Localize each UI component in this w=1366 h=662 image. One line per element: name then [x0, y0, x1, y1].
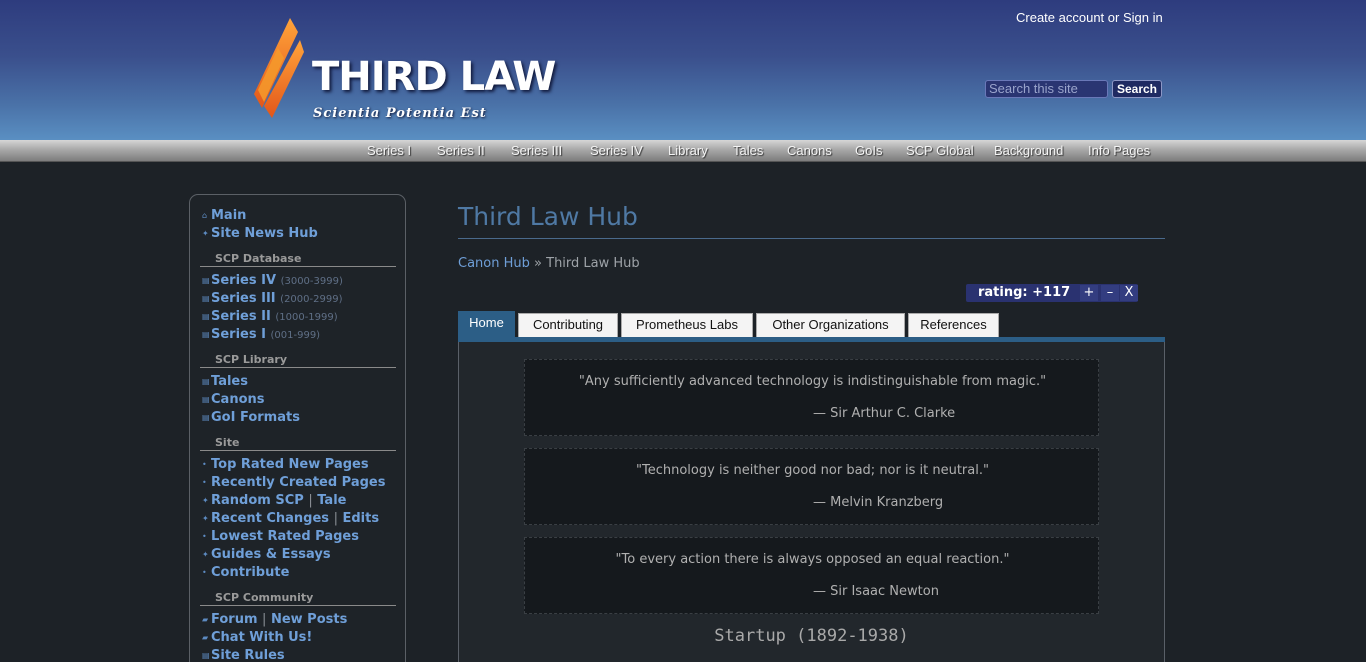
- sidebar-item-main[interactable]: ⌂ Main: [202, 208, 246, 223]
- sidebar-item-series-3[interactable]: ▤Series III (2000-2999): [202, 291, 342, 306]
- nav-library[interactable]: Library: [668, 143, 708, 158]
- sidebar: ⌂ Main ✦ Site News Hub SCP Database ▤Serie…: [189, 194, 406, 662]
- nav-scp-global[interactable]: SCP Global: [906, 143, 974, 158]
- chat-icon: ▰: [202, 633, 209, 642]
- breadcrumb-current: Third Law Hub: [546, 256, 640, 271]
- account-link[interactable]: Create account or Sign in: [1016, 10, 1163, 25]
- book-icon: ▤: [202, 377, 210, 386]
- sidebar-heading-scp-database: SCP Database: [200, 252, 396, 267]
- search-input[interactable]: Search this site: [985, 80, 1108, 98]
- document-icon: ▤: [202, 330, 210, 339]
- star-icon: •: [202, 460, 207, 469]
- sidebar-item-forum[interactable]: ▰ Forum | New Posts: [202, 612, 347, 627]
- random-tale-link[interactable]: Tale: [317, 493, 346, 508]
- site-header: THIRD LAW Scientia Potentia Est Create a…: [0, 0, 1366, 140]
- nav-tales[interactable]: Tales: [733, 143, 763, 158]
- quote-text: "To every action there is always opposed…: [615, 552, 1010, 567]
- sidebar-item-goi-formats[interactable]: ▤GoI Formats: [202, 410, 300, 425]
- quote-block: "Technology is neither good nor bad; nor…: [524, 448, 1099, 525]
- nav-canons[interactable]: Canons: [787, 143, 832, 158]
- rules-icon: ▤: [202, 651, 210, 660]
- title-divider: [458, 238, 1165, 239]
- document-icon: ▤: [202, 312, 210, 321]
- quote-block: "To every action there is always opposed…: [524, 537, 1099, 614]
- sidebar-item-canons[interactable]: ▤Canons: [202, 392, 265, 407]
- sidebar-item-chat[interactable]: ▰ Chat With Us!: [202, 630, 312, 645]
- shuffle-icon: ✦: [202, 496, 209, 505]
- tab-other-organizations[interactable]: Other Organizations: [756, 313, 905, 337]
- recent-changes-link[interactable]: Recent Changes: [211, 511, 329, 526]
- changes-icon: ✦: [202, 514, 209, 523]
- sidebar-item-recently-created[interactable]: • Recently Created Pages: [202, 475, 386, 490]
- sidebar-heading-scp-library: SCP Library: [200, 353, 396, 368]
- home-icon: ⌂: [202, 211, 208, 220]
- rate-down-button[interactable]: –: [1101, 285, 1119, 301]
- breadcrumb-canon-hub[interactable]: Canon Hub: [458, 256, 530, 271]
- nav-gois[interactable]: GoIs: [855, 143, 882, 158]
- contribute-icon: •: [202, 568, 207, 577]
- sidebar-item-recent-changes[interactable]: ✦ Recent Changes | Edits: [202, 511, 379, 526]
- rate-cancel-button[interactable]: X: [1120, 285, 1138, 301]
- quote-block: "Any sufficiently advanced technology is…: [524, 359, 1099, 436]
- top-nav: Series I Series II Series III Series IV …: [0, 140, 1366, 162]
- sidebar-item-series-1[interactable]: ▤Series I (001-999): [202, 327, 320, 342]
- sidebar-item-tales[interactable]: ▤Tales: [202, 374, 248, 389]
- nav-series-1[interactable]: Series I: [367, 143, 411, 158]
- section-heading: Startup (1892-1938): [714, 626, 909, 646]
- tab-references[interactable]: References: [908, 313, 999, 337]
- rate-up-button[interactable]: +: [1080, 285, 1098, 301]
- sidebar-heading-site: Site: [200, 436, 396, 451]
- quote-author: — Melvin Kranzberg: [813, 495, 944, 510]
- new-page-icon: •: [202, 478, 207, 487]
- tab-home[interactable]: Home: [458, 311, 515, 338]
- sidebar-item-site-news-hub[interactable]: ✦ Site News Hub: [202, 226, 318, 241]
- sidebar-item-top-rated[interactable]: • Top Rated New Pages: [202, 457, 369, 472]
- breadcrumb: Canon Hub » Third Law Hub: [458, 256, 640, 271]
- third-law-logo-icon[interactable]: [252, 18, 304, 120]
- book-icon: ▤: [202, 413, 210, 422]
- sidebar-item-site-rules[interactable]: ▤Site Rules: [202, 648, 285, 662]
- random-scp-link[interactable]: Random SCP: [211, 493, 304, 508]
- sidebar-item-guides[interactable]: ✦ Guides & Essays: [202, 547, 331, 562]
- nav-info-pages[interactable]: Info Pages: [1088, 143, 1150, 158]
- nav-series-2[interactable]: Series II: [437, 143, 485, 158]
- nav-series-4[interactable]: Series IV: [590, 143, 643, 158]
- document-icon: ▤: [202, 276, 210, 285]
- search-button[interactable]: Search: [1112, 80, 1162, 98]
- book-icon: ▤: [202, 395, 210, 404]
- tab-prometheus-labs[interactable]: Prometheus Labs: [621, 313, 753, 337]
- sidebar-heading-scp-community: SCP Community: [200, 591, 396, 606]
- sidebar-item-contribute[interactable]: • Contribute: [202, 565, 289, 580]
- sidebar-item-series-2[interactable]: ▤Series II (1000-1999): [202, 309, 338, 324]
- rating-label: rating: +117: [978, 285, 1071, 300]
- quote-text: "Any sufficiently advanced technology is…: [578, 374, 1047, 389]
- sidebar-item-series-4[interactable]: ▤Series IV (3000-3999): [202, 273, 343, 288]
- site-tagline: Scientia Potentia Est: [313, 106, 487, 121]
- sidebar-item-lowest-rated[interactable]: • Lowest Rated Pages: [202, 529, 359, 544]
- quote-author: — Sir Isaac Newton: [813, 584, 939, 599]
- guide-icon: ✦: [202, 550, 209, 559]
- page-title: Third Law Hub: [458, 202, 638, 231]
- quote-author: — Sir Arthur C. Clarke: [813, 406, 956, 421]
- edits-link[interactable]: Edits: [342, 511, 379, 526]
- forum-icon: ▰: [202, 615, 209, 624]
- sidebar-item-random[interactable]: ✦ Random SCP | Tale: [202, 493, 346, 508]
- arrow-down-icon: •: [202, 532, 207, 541]
- site-title[interactable]: THIRD LAW: [312, 54, 556, 100]
- nav-series-3[interactable]: Series III: [511, 143, 562, 158]
- breadcrumb-separator: »: [534, 256, 542, 271]
- document-icon: ▤: [202, 294, 210, 303]
- new-posts-link[interactable]: New Posts: [271, 612, 347, 627]
- tab-contributing[interactable]: Contributing: [518, 313, 618, 337]
- news-icon: ✦: [202, 229, 209, 238]
- nav-background[interactable]: Background: [994, 143, 1063, 158]
- forum-link[interactable]: Forum: [211, 612, 258, 627]
- quote-text: "Technology is neither good nor bad; nor…: [636, 463, 989, 478]
